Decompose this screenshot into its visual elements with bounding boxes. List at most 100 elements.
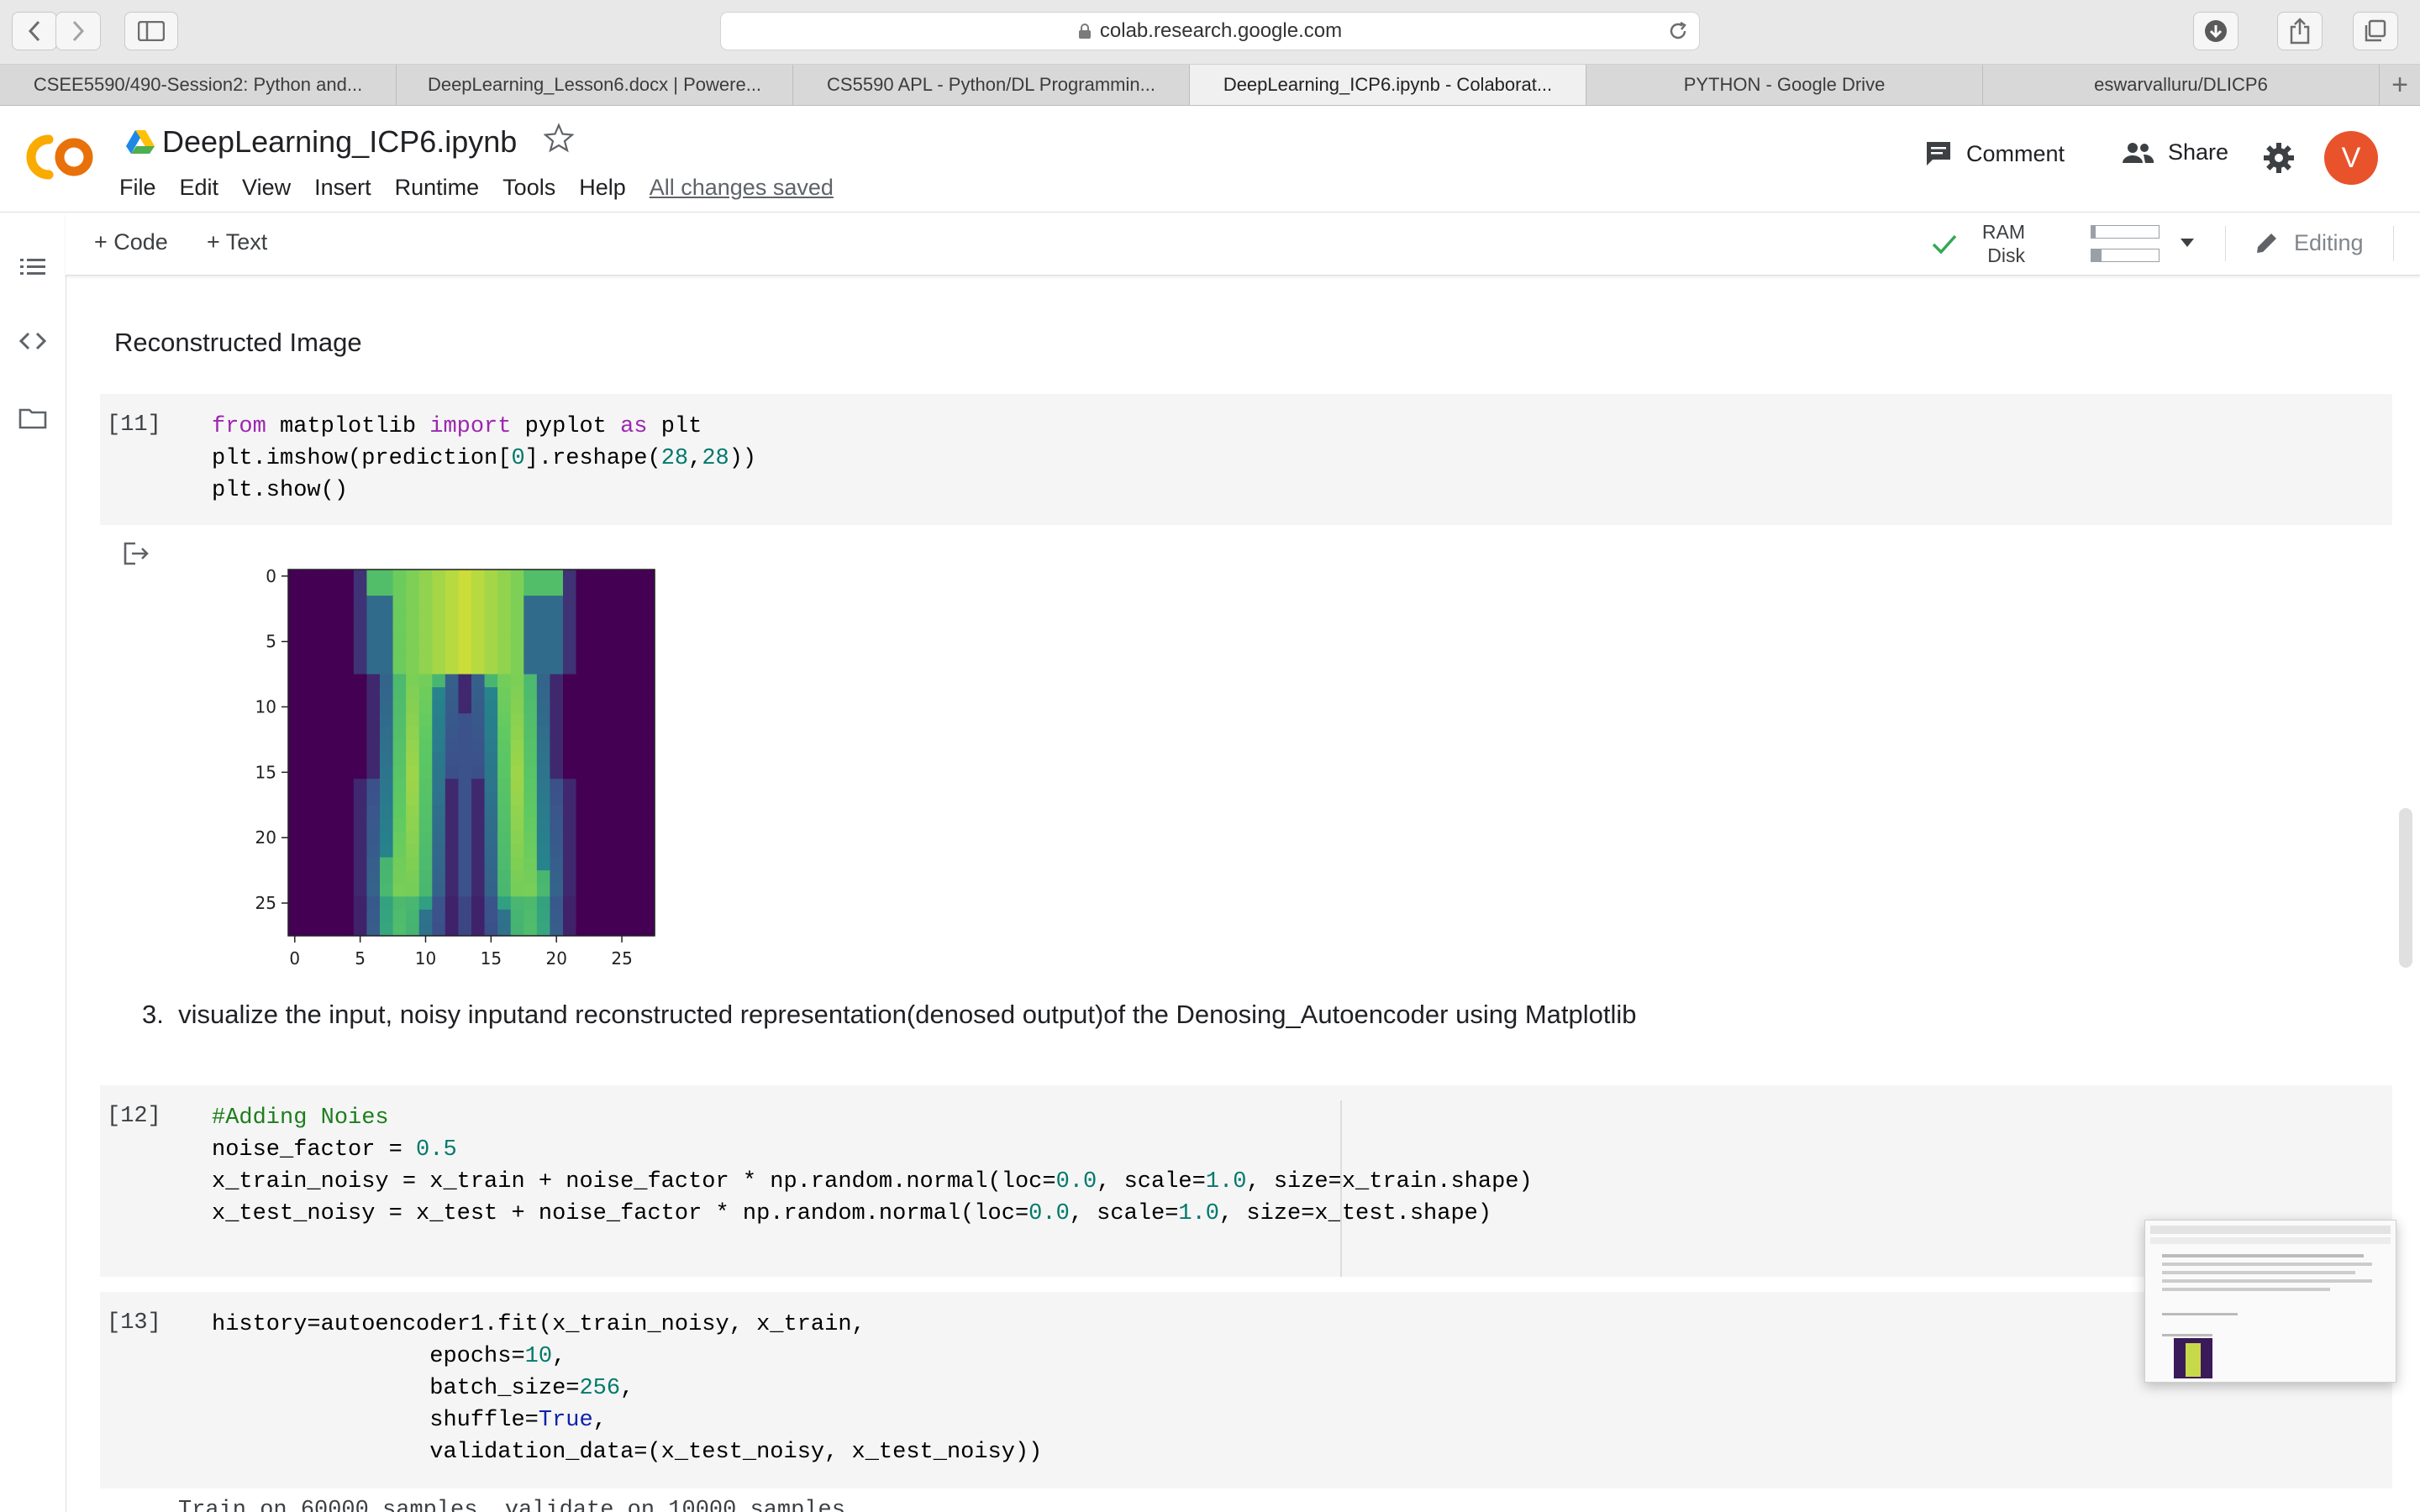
image-pixel bbox=[510, 922, 524, 937]
code-cell-11[interactable]: [11] from matplotlib import pyplot as pl… bbox=[100, 394, 2392, 525]
code-snippets-icon[interactable] bbox=[18, 327, 47, 355]
execution-count[interactable]: [11] bbox=[107, 412, 161, 438]
image-pixel bbox=[445, 909, 460, 924]
image-pixel bbox=[406, 791, 420, 806]
menu-insert[interactable]: Insert bbox=[314, 175, 371, 201]
runtime-resources[interactable]: RAM Disk bbox=[1931, 221, 2194, 266]
image-pixel bbox=[602, 870, 616, 885]
add-text-button[interactable]: + Text bbox=[207, 229, 267, 255]
code-cell-12[interactable]: [12] #Adding Noies noise_factor = 0.5 x_… bbox=[100, 1085, 2392, 1277]
x-tick-label: 15 bbox=[481, 948, 502, 969]
add-code-button[interactable]: + Code bbox=[94, 229, 168, 255]
notebook-title[interactable]: DeepLearning_ICP6.ipynb bbox=[162, 124, 517, 160]
image-pixel bbox=[445, 753, 460, 767]
left-sidebar bbox=[0, 213, 66, 1512]
google-drive-icon[interactable] bbox=[126, 129, 155, 155]
image-pixel bbox=[641, 857, 655, 871]
code-token: , bbox=[552, 1344, 566, 1369]
back-button[interactable] bbox=[12, 12, 57, 50]
menu-view[interactable]: View bbox=[242, 175, 291, 201]
image-pixel bbox=[445, 648, 460, 662]
image-pixel bbox=[327, 700, 341, 714]
output-icon[interactable] bbox=[122, 539, 150, 568]
forward-button[interactable] bbox=[55, 12, 101, 50]
star-icon[interactable] bbox=[544, 123, 574, 153]
reload-icon[interactable] bbox=[1667, 20, 1689, 42]
image-pixel bbox=[550, 570, 564, 584]
markdown-list-item[interactable]: 3. visualize the input, noisy inputand r… bbox=[142, 1000, 1637, 1030]
image-pixel bbox=[602, 883, 616, 897]
execution-count[interactable]: [13] bbox=[107, 1310, 161, 1336]
share-sheet-button[interactable] bbox=[2277, 12, 2323, 50]
folder-icon[interactable] bbox=[18, 404, 47, 433]
ram-usage-fill bbox=[2091, 226, 2096, 238]
browser-tab[interactable]: DeepLearning_Lesson6.docx | Powere... bbox=[397, 65, 793, 105]
disk-usage-fill bbox=[2091, 249, 2102, 261]
image-pixel bbox=[406, 739, 420, 753]
image-pixel bbox=[484, 700, 498, 714]
browser-tab[interactable]: CSEE5590/490-Session2: Python and... bbox=[0, 65, 397, 105]
image-pixel bbox=[406, 687, 420, 701]
image-pixel bbox=[458, 909, 472, 924]
image-pixel bbox=[327, 753, 341, 767]
image-pixel bbox=[406, 753, 420, 767]
image-pixel bbox=[432, 674, 446, 688]
comment-button[interactable]: Comment bbox=[1924, 139, 2065, 168]
image-pixel bbox=[497, 622, 512, 636]
image-pixel bbox=[380, 661, 394, 675]
image-pixel bbox=[497, 608, 512, 622]
downloads-button[interactable] bbox=[2193, 12, 2238, 50]
menu-edit[interactable]: Edit bbox=[180, 175, 219, 201]
menu-help[interactable]: Help bbox=[579, 175, 626, 201]
editing-mode-button[interactable]: Editing bbox=[2254, 229, 2364, 256]
tab-overview-button[interactable] bbox=[2353, 12, 2398, 50]
browser-tab-active[interactable]: DeepLearning_ICP6.ipynb - Colaborat... bbox=[1190, 65, 1586, 105]
image-pixel bbox=[550, 765, 564, 780]
image-pixel bbox=[563, 634, 577, 649]
address-bar[interactable]: colab.research.google.com bbox=[720, 12, 1700, 50]
colab-logo[interactable]: CO bbox=[24, 133, 94, 181]
sidebar-toggle-button[interactable] bbox=[124, 12, 178, 50]
execution-count[interactable]: [12] bbox=[107, 1104, 161, 1129]
code-token: 256 bbox=[579, 1376, 621, 1401]
screenshot-preview-thumbnail[interactable] bbox=[2144, 1220, 2396, 1383]
avatar[interactable]: V bbox=[2324, 131, 2378, 185]
image-pixel bbox=[497, 726, 512, 741]
image-pixel bbox=[392, 700, 407, 714]
table-of-contents-icon[interactable] bbox=[18, 253, 47, 281]
save-status-link[interactable]: All changes saved bbox=[650, 175, 834, 201]
image-pixel bbox=[536, 622, 551, 636]
image-pixel bbox=[314, 779, 329, 793]
markdown-heading[interactable]: Reconstructed Image bbox=[114, 328, 362, 358]
browser-tab[interactable]: CS5590 APL - Python/DL Programmin... bbox=[793, 65, 1190, 105]
code-editor[interactable]: history=autoencoder1.fit(x_train_noisy, … bbox=[212, 1309, 1042, 1468]
image-pixel bbox=[484, 791, 498, 806]
image-pixel bbox=[589, 753, 603, 767]
image-pixel bbox=[641, 753, 655, 767]
code-cell-13[interactable]: [13] history=autoencoder1.fit(x_train_no… bbox=[100, 1292, 2392, 1488]
image-pixel bbox=[353, 726, 368, 741]
new-tab-button[interactable]: + bbox=[2380, 65, 2420, 105]
image-pixel bbox=[340, 661, 355, 675]
share-button[interactable]: Share bbox=[2121, 139, 2228, 165]
image-pixel bbox=[392, 687, 407, 701]
image-pixel bbox=[458, 622, 472, 636]
scrollbar-thumb[interactable] bbox=[2399, 808, 2412, 968]
image-pixel bbox=[327, 661, 341, 675]
add-text-label: Text bbox=[225, 229, 268, 255]
browser-tab[interactable]: eswarvalluru/DLICP6 bbox=[1983, 65, 2380, 105]
browser-tab[interactable]: PYTHON - Google Drive bbox=[1586, 65, 1983, 105]
caret-down-icon[interactable] bbox=[2180, 238, 2195, 248]
code-editor[interactable]: #Adding Noies noise_factor = 0.5 x_train… bbox=[212, 1102, 1533, 1230]
list-number: 3. bbox=[142, 1000, 164, 1029]
image-pixel bbox=[366, 739, 381, 753]
image-pixel bbox=[418, 765, 433, 780]
menu-file[interactable]: File bbox=[119, 175, 156, 201]
menu-tools[interactable]: Tools bbox=[502, 175, 555, 201]
code-editor[interactable]: from matplotlib import pyplot as plt plt… bbox=[212, 411, 756, 507]
image-pixel bbox=[523, 661, 538, 675]
menu-runtime[interactable]: Runtime bbox=[395, 175, 480, 201]
image-pixel bbox=[510, 582, 524, 596]
image-pixel bbox=[340, 857, 355, 871]
gear-icon[interactable] bbox=[2262, 141, 2296, 175]
